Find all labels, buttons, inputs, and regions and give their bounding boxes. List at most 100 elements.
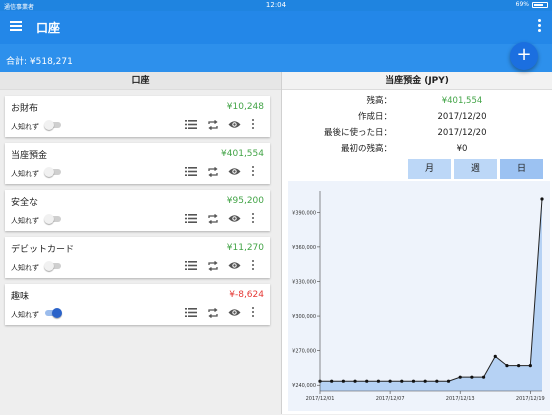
list-icon[interactable]	[184, 261, 197, 271]
info-initial-balance-row: 最初の残高：¥0	[282, 141, 552, 157]
overflow-menu-icon[interactable]	[536, 19, 542, 35]
more-options-icon[interactable]	[250, 213, 256, 224]
list-icon[interactable]	[184, 308, 197, 318]
visibility-icon[interactable]	[228, 167, 241, 177]
account-name: 安全な	[11, 195, 38, 208]
hidden-toggle[interactable]	[45, 216, 61, 222]
accounts-header: 口座	[0, 72, 281, 90]
account-card-1[interactable]: お財布 ¥10,248 人知れず	[5, 96, 270, 137]
x-tick-label: 2017/12/19	[516, 396, 545, 402]
y-tick-label: ¥240,000	[292, 383, 316, 389]
data-point-2017/12/15	[482, 376, 485, 379]
data-point-2017/12/19	[529, 364, 532, 367]
x-tick-label: 2017/12/01	[306, 396, 335, 402]
more-options-icon[interactable]	[250, 166, 256, 177]
account-balance: ¥-8,624	[229, 290, 264, 300]
x-tick-label: 2017/12/07	[376, 396, 405, 402]
hidden-label: 人知れず	[11, 216, 39, 226]
total-bar: 合計: ¥518,271 +	[0, 44, 552, 72]
transfer-icon[interactable]	[206, 120, 219, 130]
hidden-label: 人知れず	[11, 310, 39, 320]
period-day-button[interactable]: 日	[500, 159, 543, 179]
data-point-2017/12/02	[330, 380, 333, 383]
hidden-toggle[interactable]	[45, 263, 61, 269]
info-last-used-row: 最後に使った日：2017/12/20	[282, 125, 552, 141]
account-balance: ¥95,200	[227, 196, 264, 206]
transfer-icon[interactable]	[206, 261, 219, 271]
data-point-2017/12/10	[424, 380, 427, 383]
account-info: 残高：¥401,554 作成日：2017/12/20 最後に使った日：2017/…	[282, 90, 552, 157]
data-point-2017/12/03	[342, 380, 345, 383]
account-card-5[interactable]: 趣味 ¥-8,624 人知れず	[5, 284, 270, 325]
info-balance-row: 残高：¥401,554	[282, 93, 552, 109]
data-point-2017/12/08	[400, 380, 403, 383]
battery-percent: 69%	[516, 1, 529, 8]
clock: 12:04	[0, 1, 552, 9]
visibility-icon[interactable]	[228, 120, 241, 130]
app-bar: 口座	[0, 11, 552, 44]
data-point-2017/12/04	[353, 380, 356, 383]
data-point-2017/12/12	[447, 380, 450, 383]
hidden-toggle[interactable]	[45, 169, 61, 175]
account-name: デビットカード	[11, 242, 74, 255]
account-balance: ¥11,270	[227, 243, 264, 253]
y-tick-label: ¥390,000	[292, 210, 316, 216]
more-options-icon[interactable]	[250, 307, 256, 318]
data-point-2017/12/06	[377, 380, 380, 383]
more-options-icon[interactable]	[250, 260, 256, 271]
detail-header: 当座預金 (JPY)	[282, 72, 552, 90]
account-balance: ¥401,554	[221, 149, 264, 159]
transfer-icon[interactable]	[206, 308, 219, 318]
more-options-icon[interactable]	[250, 119, 256, 130]
hidden-label: 人知れず	[11, 122, 39, 132]
period-week-button[interactable]: 週	[454, 159, 497, 179]
balance-area	[320, 199, 542, 391]
visibility-icon[interactable]	[228, 214, 241, 224]
balance-chart: ¥240,000 ¥270,000 ¥300,000 ¥330,000 ¥360,000…	[288, 181, 550, 411]
add-account-button[interactable]: +	[510, 42, 538, 70]
accounts-panel: 口座 お財布 ¥10,248 人知れず 当座預金 ¥401,554 人知れず 安…	[0, 72, 282, 414]
data-point-2017/12/13	[459, 376, 462, 379]
info-created-row: 作成日：2017/12/20	[282, 109, 552, 125]
data-point-2017/12/05	[365, 380, 368, 383]
account-card-4[interactable]: デビットカード ¥11,270 人知れず	[5, 237, 270, 278]
y-tick-label: ¥330,000	[292, 279, 316, 285]
data-point-2017/12/09	[412, 380, 415, 383]
hidden-label: 人知れず	[11, 263, 39, 273]
x-tick-label: 2017/12/13	[446, 396, 475, 402]
data-point-2017/12/17	[505, 364, 508, 367]
balance-chart-svg: ¥240,000 ¥270,000 ¥300,000 ¥330,000 ¥360,000…	[288, 181, 550, 411]
data-point-2017/12/18	[517, 364, 520, 367]
list-icon[interactable]	[184, 120, 197, 130]
info-balance-value: ¥401,554	[392, 93, 532, 109]
hidden-toggle[interactable]	[45, 122, 61, 128]
battery-icon	[532, 2, 548, 8]
account-card-2[interactable]: 当座預金 ¥401,554 人知れず	[5, 143, 270, 184]
hidden-toggle[interactable]	[45, 310, 61, 316]
account-card-3[interactable]: 安全な ¥95,200 人知れず	[5, 190, 270, 231]
period-month-button[interactable]: 月	[408, 159, 451, 179]
visibility-icon[interactable]	[228, 261, 241, 271]
transfer-icon[interactable]	[206, 167, 219, 177]
list-icon[interactable]	[184, 167, 197, 177]
list-icon[interactable]	[184, 214, 197, 224]
data-point-2017/12/11	[435, 380, 438, 383]
account-balance: ¥10,248	[227, 102, 264, 112]
total-balance: 合計: ¥518,271	[6, 57, 73, 67]
battery-indicator: 69%	[516, 1, 548, 8]
transfer-icon[interactable]	[206, 214, 219, 224]
y-tick-label: ¥270,000	[292, 349, 316, 355]
data-point-2017/12/14	[470, 376, 473, 379]
y-tick-label: ¥360,000	[292, 245, 316, 251]
account-name: お財布	[11, 101, 38, 114]
hidden-label: 人知れず	[11, 169, 39, 179]
balance-line	[320, 199, 542, 381]
y-tick-label: ¥300,000	[292, 314, 316, 320]
account-name: 当座預金	[11, 148, 47, 161]
data-point-2017/12/07	[389, 380, 392, 383]
visibility-icon[interactable]	[228, 308, 241, 318]
data-point-2017/12/16	[494, 355, 497, 358]
hamburger-menu-icon[interactable]	[10, 21, 22, 31]
page-title: 口座	[36, 19, 60, 36]
period-selector: 月 週 日	[408, 159, 552, 179]
